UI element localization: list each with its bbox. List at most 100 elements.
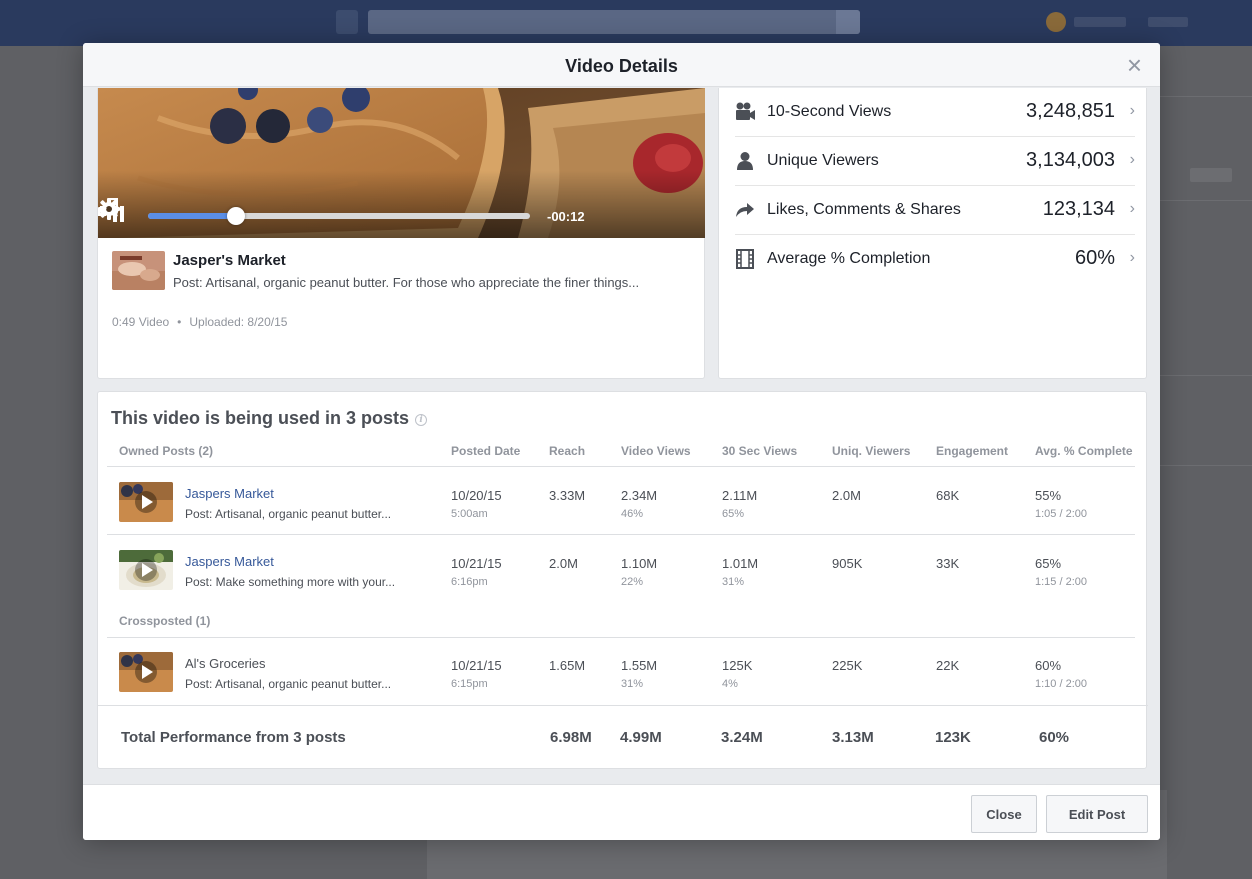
post-page-name[interactable]: Al's Groceries — [185, 656, 266, 671]
page-name[interactable]: Jasper's Market — [173, 252, 286, 269]
background-chip — [1190, 168, 1232, 182]
total-video-views: 4.99M — [620, 729, 662, 746]
header-reach[interactable]: Reach — [549, 444, 585, 458]
stat-row-likes-comments-shares[interactable]: Likes, Comments & Shares 123,134 › — [735, 186, 1135, 235]
total-engagement: 123K — [935, 729, 971, 746]
table-row: Jaspers Market Post: Artisanal, organic … — [98, 482, 1148, 542]
video-player[interactable]: -00:12 — [98, 88, 705, 238]
stat-label: Unique Viewers — [767, 152, 879, 169]
progress-bar[interactable] — [148, 207, 530, 225]
chevron-right-icon: › — [1129, 249, 1135, 266]
video-details-modal: Video Details × -00:12 Jasper's Market P… — [83, 43, 1160, 840]
avg-complete-time: 1:05 / 2:00 — [1035, 508, 1087, 520]
total-uniq-viewers: 3.13M — [832, 729, 874, 746]
stats-card: 10-Second Views 3,248,851 › Unique Viewe… — [718, 88, 1147, 379]
progress-handle[interactable] — [226, 207, 245, 225]
chevron-right-icon: › — [1129, 102, 1135, 119]
engagement-value: 68K — [936, 488, 960, 503]
post-page-name[interactable]: Jaspers Market — [185, 554, 274, 569]
table-divider — [107, 534, 1135, 535]
close-icon[interactable]: × — [1127, 52, 1142, 78]
modal-header: Video Details × — [83, 43, 1160, 87]
fullscreen-icon[interactable] — [98, 198, 118, 216]
total-30-sec-views: 3.24M — [721, 729, 763, 746]
posted-time: 5:00am — [451, 508, 488, 520]
video-views-value: 1.10M — [621, 556, 658, 571]
post-text: Post: Artisanal, organic peanut butter. … — [173, 275, 640, 290]
post-video-thumbnail[interactable] — [119, 652, 173, 692]
video-controls: -00:12 — [98, 198, 705, 238]
crossposted-label: Crossposted (1) — [119, 614, 211, 628]
film-strip-icon — [736, 249, 754, 269]
stat-value: 60% — [1074, 247, 1115, 269]
modal-title: Video Details — [565, 56, 678, 76]
30-sec-views-value: 125K — [722, 658, 753, 673]
close-button[interactable]: Close — [971, 795, 1037, 833]
avg-complete-value: 60% — [1035, 658, 1062, 673]
edit-post-button[interactable]: Edit Post — [1046, 795, 1148, 833]
posts-title-text: This video is being used in 3 posts — [111, 408, 410, 428]
header-owned-posts: Owned Posts (2) — [119, 444, 214, 458]
background-profile-name — [1074, 17, 1126, 27]
stat-row-unique-viewers[interactable]: Unique Viewers 3,134,003 › — [735, 137, 1135, 186]
post-page-name[interactable]: Jaspers Market — [185, 486, 274, 501]
header-30-sec-views[interactable]: 30 Sec Views — [722, 444, 797, 458]
chevron-right-icon: › — [1129, 200, 1135, 217]
background-home-link — [1148, 17, 1188, 27]
uniq-viewers-value: 905K — [832, 556, 863, 571]
header-avg-complete[interactable]: Avg. % Complete — [1035, 444, 1133, 458]
stat-value: 3,248,851 — [1026, 100, 1115, 122]
30-sec-views-percent: 31% — [722, 576, 745, 588]
meta-separator: • — [177, 315, 182, 329]
post-video-thumbnail[interactable] — [119, 550, 173, 590]
avg-complete-value: 55% — [1035, 488, 1062, 503]
reach-value: 2.0M — [549, 556, 578, 571]
table-row: Al's Groceries Post: Artisanal, organic … — [98, 652, 1148, 712]
header-uniq-viewers[interactable]: Uniq. Viewers — [832, 444, 910, 458]
header-engagement[interactable]: Engagement — [936, 444, 1008, 458]
engagement-value: 33K — [936, 556, 960, 571]
reach-value: 3.33M — [549, 488, 586, 503]
30-sec-views-percent: 4% — [722, 678, 738, 690]
video-duration: 0:49 Video — [112, 315, 170, 329]
stat-label: Likes, Comments & Shares — [767, 201, 961, 218]
posted-date: 10/21/15 — [451, 556, 502, 571]
avg-complete-time: 1:10 / 2:00 — [1035, 678, 1087, 690]
video-views-percent: 22% — [621, 576, 644, 588]
stat-value: 123,134 — [1042, 198, 1115, 220]
post-thumbnail — [112, 251, 165, 290]
avg-complete-value: 65% — [1035, 556, 1062, 571]
stat-label: 10-Second Views — [767, 103, 892, 120]
stat-row-10-second-views[interactable]: 10-Second Views 3,248,851 › — [735, 88, 1135, 137]
posted-time: 6:15pm — [451, 678, 488, 690]
modal-footer: Close Edit Post — [83, 784, 1160, 840]
background-top-bar — [0, 0, 1252, 46]
total-reach: 6.98M — [550, 729, 592, 746]
stat-row-average-completion[interactable]: Average % Completion 60% › — [735, 235, 1135, 284]
posted-date: 10/20/15 — [451, 488, 502, 503]
stat-value: 3,134,003 — [1026, 149, 1115, 171]
posted-time: 6:16pm — [451, 576, 488, 588]
video-views-percent: 31% — [621, 678, 644, 690]
header-posted-date[interactable]: Posted Date — [451, 444, 520, 458]
total-avg-complete: 60% — [1039, 729, 1070, 746]
background-divider — [1160, 465, 1252, 466]
person-icon — [737, 152, 753, 170]
video-meta: 0:49 Video • Uploaded: 8/20/15 — [112, 315, 287, 329]
info-icon[interactable]: i — [415, 414, 428, 426]
background-search-button — [836, 10, 860, 34]
background-divider — [1160, 200, 1252, 201]
background-divider — [1160, 96, 1252, 97]
background-avatar — [1046, 12, 1066, 32]
background-divider — [1160, 375, 1252, 376]
posts-card: This video is being used in 3 posts i Own… — [97, 391, 1148, 769]
header-video-views[interactable]: Video Views — [621, 444, 691, 458]
post-video-thumbnail[interactable] — [119, 482, 173, 522]
chevron-right-icon: › — [1129, 151, 1135, 168]
30-sec-views-percent: 65% — [722, 508, 745, 520]
upload-date: Uploaded: 8/20/15 — [189, 315, 288, 329]
video-card: -00:12 Jasper's Market Post: Artisanal, … — [97, 88, 705, 379]
post-text: Post: Artisanal, organic peanut butter..… — [185, 507, 392, 521]
posted-date: 10/21/15 — [451, 658, 502, 673]
table-divider — [107, 637, 1135, 638]
